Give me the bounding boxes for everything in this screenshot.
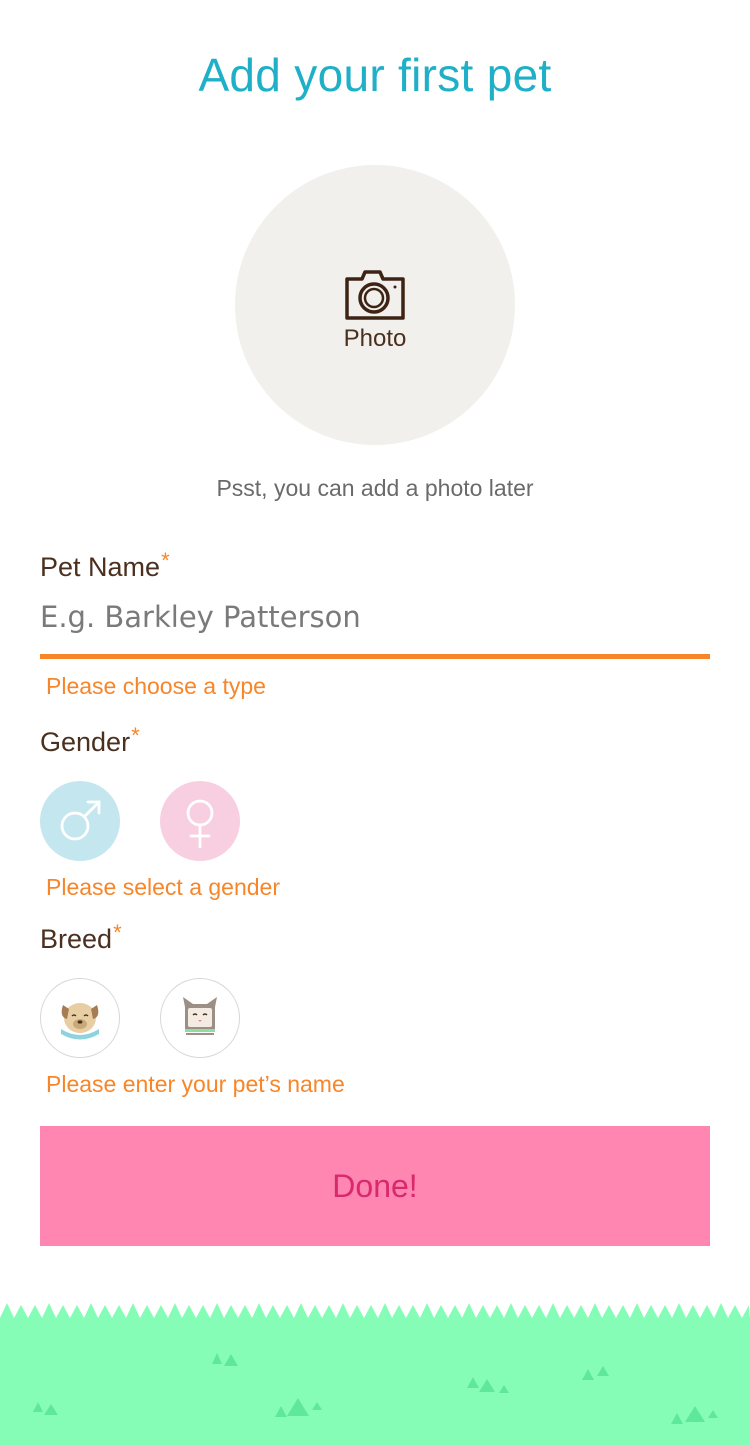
male-icon: [60, 800, 101, 841]
camera-icon: [345, 270, 405, 320]
photo-label: Photo: [343, 325, 407, 352]
grass-decoration: [0, 1303, 750, 1445]
gender-error: Please select a gender: [46, 874, 280, 900]
required-mark: *: [113, 920, 122, 945]
breed-cat-button[interactable]: [160, 978, 240, 1058]
breed-error: Please enter your pet’s name: [46, 1071, 345, 1097]
pet-name-label-text: Pet Name: [40, 552, 161, 582]
gender-label: Gender*: [40, 723, 140, 758]
female-icon: [186, 799, 214, 849]
dog-icon: [61, 1003, 99, 1040]
done-button[interactable]: Done!: [40, 1126, 710, 1246]
pet-name-underline: [40, 654, 710, 659]
gender-label-text: Gender: [40, 727, 131, 757]
breed-label-text: Breed: [40, 924, 113, 954]
breed-label: Breed*: [40, 920, 122, 955]
breed-dog-button[interactable]: [40, 978, 120, 1058]
page-title: Add your first pet: [198, 49, 552, 101]
gender-male-button[interactable]: [40, 781, 120, 861]
cat-icon: [183, 997, 217, 1035]
photo-hint: Psst, you can add a photo later: [216, 475, 534, 501]
pet-name-label: Pet Name*: [40, 548, 170, 583]
pet-name-input[interactable]: [40, 592, 710, 642]
add-photo-button[interactable]: Photo: [235, 165, 515, 445]
required-mark: *: [131, 723, 140, 748]
required-mark: *: [161, 548, 170, 573]
pet-name-error: Please choose a type: [46, 673, 266, 699]
gender-female-button[interactable]: [160, 781, 240, 861]
